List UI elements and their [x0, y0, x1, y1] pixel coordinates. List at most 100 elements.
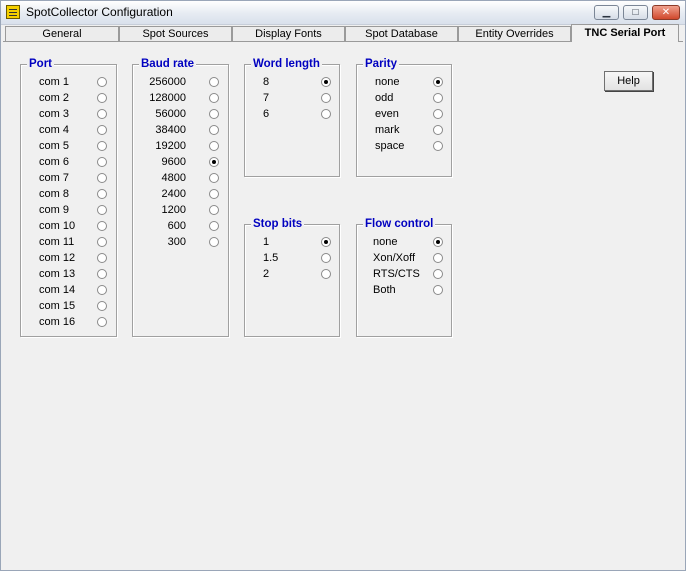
tab-entity-overrides[interactable]: Entity Overrides — [458, 26, 571, 41]
port-option[interactable]: com 16 — [21, 314, 116, 330]
tab-display-fonts[interactable]: Display Fonts — [232, 26, 345, 41]
baud-rate-radio[interactable] — [209, 205, 219, 215]
baud-rate-option[interactable]: 1200 — [133, 202, 228, 218]
stop-bits-radio[interactable] — [321, 269, 331, 279]
baud-rate-radio[interactable] — [209, 157, 219, 167]
flow-control-option[interactable]: Xon/Xoff — [357, 250, 451, 266]
baud-rate-radio[interactable] — [209, 93, 219, 103]
baud-rate-radio[interactable] — [209, 221, 219, 231]
parity-option-label: space — [375, 140, 405, 152]
port-option[interactable]: com 1 — [21, 74, 116, 90]
baud-rate-option[interactable]: 600 — [133, 218, 228, 234]
baud-rate-radio[interactable] — [209, 77, 219, 87]
port-option[interactable]: com 11 — [21, 234, 116, 250]
flow-control-radio[interactable] — [433, 285, 443, 295]
port-radio[interactable] — [97, 317, 107, 327]
word-length-option[interactable]: 7 — [245, 90, 339, 106]
baud-rate-option[interactable]: 38400 — [133, 122, 228, 138]
port-option[interactable]: com 13 — [21, 266, 116, 282]
flow-control-radio[interactable] — [433, 269, 443, 279]
port-option[interactable]: com 6 — [21, 154, 116, 170]
word-length-option[interactable]: 6 — [245, 106, 339, 122]
flow-control-option[interactable]: Both — [357, 282, 451, 298]
port-radio[interactable] — [97, 173, 107, 183]
baud-rate-radio[interactable] — [209, 189, 219, 199]
port-radio[interactable] — [97, 141, 107, 151]
stop-bits-radio[interactable] — [321, 253, 331, 263]
port-option[interactable]: com 3 — [21, 106, 116, 122]
flow-control-option[interactable]: none — [357, 234, 451, 250]
port-radio[interactable] — [97, 301, 107, 311]
port-radio[interactable] — [97, 109, 107, 119]
port-option[interactable]: com 12 — [21, 250, 116, 266]
baud-rate-group: Baud rate 256000 128000 56000 38400 19200 960… — [132, 57, 229, 337]
port-radio[interactable] — [97, 205, 107, 215]
flow-control-radio[interactable] — [433, 253, 443, 263]
help-button[interactable]: Help — [604, 71, 653, 91]
port-radio[interactable] — [97, 237, 107, 247]
maximize-icon: □ — [632, 7, 639, 18]
stop-bits-option[interactable]: 1 — [245, 234, 339, 250]
port-radio[interactable] — [97, 253, 107, 263]
stop-bits-option[interactable]: 2 — [245, 266, 339, 282]
port-radio[interactable] — [97, 189, 107, 199]
baud-rate-option[interactable]: 9600 — [133, 154, 228, 170]
parity-option[interactable]: none — [357, 74, 451, 90]
port-radio[interactable] — [97, 125, 107, 135]
parity-option[interactable]: even — [357, 106, 451, 122]
baud-rate-option[interactable]: 300 — [133, 234, 228, 250]
stop-bits-option[interactable]: 1.5 — [245, 250, 339, 266]
flow-control-radio[interactable] — [433, 237, 443, 247]
parity-radio[interactable] — [433, 109, 443, 119]
word-length-option[interactable]: 8 — [245, 74, 339, 90]
parity-option[interactable]: odd — [357, 90, 451, 106]
tab-spot-database[interactable]: Spot Database — [345, 26, 458, 41]
port-option-label: com 1 — [39, 76, 69, 88]
port-option[interactable]: com 15 — [21, 298, 116, 314]
parity-radio[interactable] — [433, 93, 443, 103]
baud-rate-radio[interactable] — [209, 237, 219, 247]
port-option[interactable]: com 4 — [21, 122, 116, 138]
port-option[interactable]: com 14 — [21, 282, 116, 298]
word-length-radio[interactable] — [321, 93, 331, 103]
port-radio[interactable] — [97, 269, 107, 279]
baud-rate-radio[interactable] — [209, 109, 219, 119]
stop-bits-radio[interactable] — [321, 237, 331, 247]
parity-option[interactable]: space — [357, 138, 451, 154]
port-option[interactable]: com 2 — [21, 90, 116, 106]
parity-option-label: odd — [375, 92, 394, 104]
word-length-radio[interactable] — [321, 77, 331, 87]
word-length-radio[interactable] — [321, 109, 331, 119]
port-radio[interactable] — [97, 93, 107, 103]
parity-radio[interactable] — [433, 77, 443, 87]
port-option[interactable]: com 8 — [21, 186, 116, 202]
tab-general[interactable]: General — [5, 26, 119, 41]
port-option[interactable]: com 7 — [21, 170, 116, 186]
parity-option[interactable]: mark — [357, 122, 451, 138]
baud-rate-option[interactable]: 256000 — [133, 74, 228, 90]
baud-rate-option[interactable]: 19200 — [133, 138, 228, 154]
tab-spot-sources[interactable]: Spot Sources — [119, 26, 232, 41]
tab-tnc-serial-port[interactable]: TNC Serial Port — [571, 24, 679, 42]
title-bar[interactable]: SpotCollector Configuration ▁ □ ✕ — [1, 1, 685, 25]
baud-rate-option[interactable]: 128000 — [133, 90, 228, 106]
close-button[interactable]: ✕ — [652, 5, 680, 20]
baud-rate-option[interactable]: 4800 — [133, 170, 228, 186]
minimize-button[interactable]: ▁ — [594, 5, 619, 20]
port-radio[interactable] — [97, 157, 107, 167]
port-radio[interactable] — [97, 285, 107, 295]
baud-rate-radio[interactable] — [209, 125, 219, 135]
port-option[interactable]: com 10 — [21, 218, 116, 234]
port-radio[interactable] — [97, 77, 107, 87]
baud-rate-radio[interactable] — [209, 173, 219, 183]
port-radio[interactable] — [97, 221, 107, 231]
maximize-button[interactable]: □ — [623, 5, 648, 20]
flow-control-option[interactable]: RTS/CTS — [357, 266, 451, 282]
baud-rate-radio[interactable] — [209, 141, 219, 151]
parity-radio[interactable] — [433, 141, 443, 151]
baud-rate-option[interactable]: 56000 — [133, 106, 228, 122]
parity-radio[interactable] — [433, 125, 443, 135]
port-option[interactable]: com 9 — [21, 202, 116, 218]
baud-rate-option[interactable]: 2400 — [133, 186, 228, 202]
port-option[interactable]: com 5 — [21, 138, 116, 154]
